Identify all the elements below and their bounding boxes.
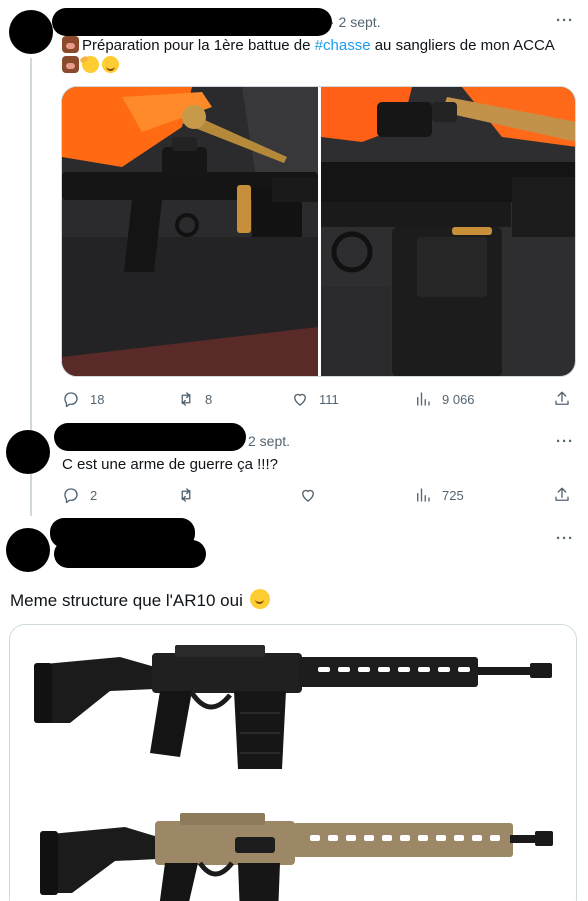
rifle-photo-right[interactable] xyxy=(321,87,576,377)
tweet-text-part1: Préparation pour la 1ère battue de xyxy=(82,37,315,54)
reply-button[interactable]: 18 xyxy=(62,390,104,408)
tweet-text-part2: au sangliers de mon ACCA xyxy=(370,37,555,54)
boar-emoji xyxy=(62,56,79,73)
reply-icon xyxy=(64,488,78,504)
relieved-face-emoji xyxy=(102,56,119,73)
heart-icon xyxy=(294,393,306,406)
tweet-text: Préparation pour la 1ère battue de #chas… xyxy=(62,36,577,76)
media-grid[interactable] xyxy=(61,86,576,377)
boar-emoji xyxy=(62,36,79,53)
reply-button[interactable]: 2 xyxy=(62,486,97,504)
avatar[interactable] xyxy=(6,430,50,474)
views-button[interactable]: 9 066 xyxy=(414,390,475,408)
analytics-icon xyxy=(417,392,430,406)
more-options-button[interactable]: ··· xyxy=(556,530,574,547)
avatar[interactable] xyxy=(6,528,50,572)
retweet-button[interactable]: 8 xyxy=(177,390,212,408)
avatar[interactable] xyxy=(9,10,53,54)
view-count: 9 066 xyxy=(442,391,475,407)
reply-count: 18 xyxy=(90,391,105,407)
tweet-text: Meme structure que l'AR10 oui xyxy=(10,589,570,612)
rifle-photo-left[interactable] xyxy=(62,87,318,377)
tweet-actions: 18 8 111 9 066 xyxy=(62,390,577,410)
tweet-text: C est une arme de guerre ça !!!? xyxy=(62,456,278,473)
view-count: 725 xyxy=(442,487,464,503)
saluting-face-emoji xyxy=(82,56,99,73)
like-count: 111 xyxy=(319,391,339,407)
tweet-text-body: Meme structure que l'AR10 oui xyxy=(10,591,243,610)
hashtag-link[interactable]: #chasse xyxy=(315,37,371,54)
media-card[interactable] xyxy=(9,624,577,901)
share-icon xyxy=(555,487,569,501)
views-button[interactable]: 725 xyxy=(414,486,464,504)
reply-icon xyxy=(64,392,78,408)
retweet-icon xyxy=(181,392,191,406)
heart-icon xyxy=(302,489,314,502)
like-button[interactable]: 111 xyxy=(291,390,339,408)
tweet-date[interactable]: 2 sept. xyxy=(248,433,290,449)
like-button[interactable] xyxy=(299,486,327,504)
share-icon xyxy=(555,391,569,405)
analytics-icon xyxy=(417,488,430,502)
retweet-count: 8 xyxy=(205,391,213,407)
retweet-icon xyxy=(181,488,191,502)
share-button[interactable] xyxy=(553,390,581,408)
slightly-smiling-face-emoji xyxy=(249,589,270,609)
redacted-author-name[interactable] xyxy=(52,8,332,36)
more-options-button[interactable]: ··· xyxy=(556,433,574,450)
redacted-author-handle[interactable] xyxy=(54,540,206,568)
tweet-actions: 2 725 xyxy=(62,486,577,506)
tweet-date[interactable]: · 2 sept. xyxy=(330,14,381,30)
more-options-button[interactable]: ··· xyxy=(556,12,574,29)
reply-count: 2 xyxy=(90,487,98,503)
redacted-author-name[interactable] xyxy=(54,423,246,451)
retweet-button[interactable] xyxy=(177,486,205,504)
share-button[interactable] xyxy=(553,486,581,504)
